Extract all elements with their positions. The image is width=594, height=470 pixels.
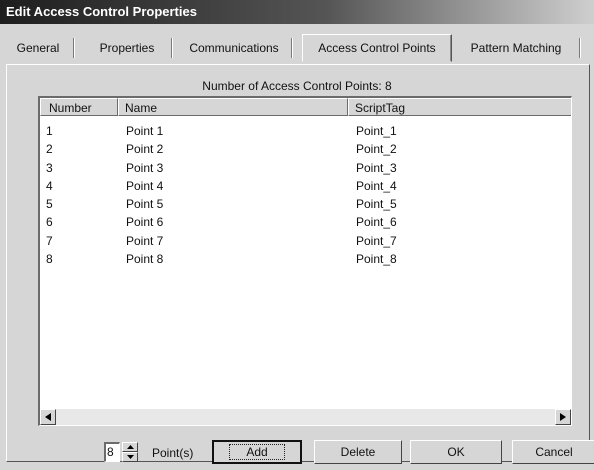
triangle-left-icon	[45, 413, 51, 421]
cell-name: Point 1	[126, 124, 164, 138]
cell-name: Point 4	[126, 178, 164, 193]
spin-up-button[interactable]	[122, 442, 138, 452]
tab-access-control-points[interactable]: Access Control Points	[302, 34, 452, 62]
cell-number: 3	[46, 160, 53, 175]
scroll-left-button[interactable]	[40, 409, 56, 425]
spin-down-button[interactable]	[122, 452, 138, 462]
column-header-name[interactable]: Name	[118, 98, 348, 116]
scroll-right-button[interactable]	[555, 409, 571, 425]
points-count-label: Number of Access Control Points: 8	[202, 79, 392, 93]
cell-scripttag: Point_4	[356, 178, 397, 193]
tab-general[interactable]: General	[6, 36, 75, 60]
add-button-label: Add	[229, 444, 285, 460]
cell-scripttag: Point_2	[356, 142, 397, 157]
list-rows: 1 Point 1 Point_1 2 Point 2 Point_2 3 Point 3 Po…	[40, 122, 571, 268]
list-item[interactable]: 3 Point 3 Point_3	[40, 159, 571, 177]
cell-name: Point 8	[126, 252, 164, 267]
cell-scripttag: Point_8	[356, 252, 397, 267]
window-title: Edit Access Control Properties	[6, 4, 197, 19]
cell-number: 5	[46, 197, 53, 212]
cell-name: Point 3	[126, 160, 164, 175]
cell-scripttag: Point_6	[356, 215, 397, 230]
edit-access-control-dialog: Edit Access Control Properties General P…	[0, 0, 594, 470]
list-item[interactable]: 1 Point 1 Point_1	[40, 122, 571, 140]
cell-number: 1	[46, 124, 53, 138]
cell-number: 4	[46, 178, 53, 193]
cell-name: Point 7	[126, 233, 164, 248]
access-points-list[interactable]: Number Name ScriptTag 1 Point 1 Point_1 2 Po…	[38, 96, 572, 426]
triangle-down-icon	[127, 455, 134, 459]
list-item[interactable]: 8 Point 8 Point_8	[40, 250, 571, 268]
column-header-scripttag[interactable]: ScriptTag	[348, 98, 571, 116]
cell-number: 7	[46, 233, 53, 248]
cell-name: Point 5	[126, 197, 164, 212]
title-bar[interactable]: Edit Access Control Properties	[0, 0, 594, 24]
tab-strip: General Properties Communications Access…	[0, 30, 594, 66]
tab-communications[interactable]: Communications	[180, 36, 293, 60]
delete-button[interactable]: Delete	[314, 440, 402, 464]
points-quantity-input[interactable]: 8	[104, 442, 120, 462]
cell-scripttag: Point_3	[356, 160, 397, 175]
tab-pattern-matching[interactable]: Pattern Matching	[456, 36, 581, 60]
cell-scripttag: Point_5	[356, 197, 397, 212]
list-item[interactable]: 4 Point 4 Point_4	[40, 177, 571, 195]
cell-number: 2	[46, 142, 53, 157]
cell-number: 6	[46, 215, 53, 230]
tab-properties[interactable]: Properties	[86, 36, 173, 60]
cell-name: Point 2	[126, 142, 164, 157]
column-header-number[interactable]: Number	[40, 98, 118, 116]
list-header: Number Name ScriptTag	[40, 98, 571, 118]
add-button[interactable]: Add	[212, 440, 302, 464]
button-bar: 8 Point(s) Add Delete OK Cancel	[0, 438, 594, 466]
triangle-up-icon	[127, 445, 134, 449]
list-item[interactable]: 7 Point 7 Point_7	[40, 232, 571, 250]
cell-name: Point 6	[126, 215, 164, 230]
horizontal-scrollbar[interactable]	[40, 408, 571, 425]
triangle-right-icon	[560, 413, 566, 421]
list-item[interactable]: 2 Point 2 Point_2	[40, 140, 571, 158]
ok-button[interactable]: OK	[410, 440, 502, 464]
list-item[interactable]: 6 Point 6 Point_6	[40, 213, 571, 231]
cancel-button[interactable]: Cancel	[512, 440, 594, 464]
points-label: Point(s)	[152, 446, 194, 460]
points-quantity-stepper[interactable]: 8	[104, 442, 140, 462]
cell-scripttag: Point_1	[356, 124, 397, 138]
cell-number: 8	[46, 252, 53, 267]
cell-scripttag: Point_7	[356, 233, 397, 248]
list-item[interactable]: 5 Point 5 Point_5	[40, 195, 571, 213]
